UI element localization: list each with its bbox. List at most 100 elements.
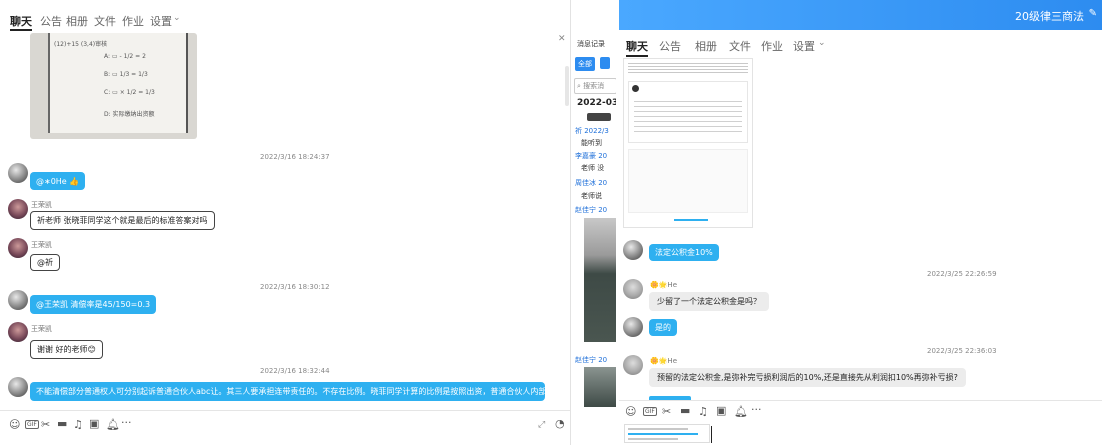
message-bubble: 是的 bbox=[649, 319, 677, 336]
avatar[interactable] bbox=[8, 199, 28, 219]
avatar[interactable] bbox=[623, 355, 643, 375]
avatar[interactable] bbox=[8, 163, 28, 183]
screenshot-text-block bbox=[628, 61, 748, 75]
message-bubble: 少留了一个法定公积金是吗？ bbox=[649, 292, 769, 311]
group-title: 20级律三商法 bbox=[1015, 10, 1084, 23]
expand-icon[interactable]: ⤢ bbox=[538, 420, 545, 430]
tab-settings[interactable]: 设置 bbox=[150, 13, 172, 29]
tab-files[interactable]: 文件 bbox=[94, 13, 116, 29]
folder-icon[interactable]: ▬ bbox=[680, 404, 690, 417]
emoji-icon[interactable]: ☺ bbox=[9, 418, 20, 431]
image-icon[interactable]: ▣ bbox=[716, 404, 726, 417]
chevron-down-icon[interactable]: ⌄ bbox=[818, 38, 826, 48]
tab-chat[interactable]: 聊天 bbox=[626, 38, 648, 54]
history-title: 消息记录 bbox=[577, 40, 605, 48]
tab-homework[interactable]: 作业 bbox=[122, 13, 144, 29]
history-text: 老师 没 bbox=[581, 164, 605, 172]
tab-settings[interactable]: 设置 bbox=[793, 38, 815, 54]
avatar[interactable] bbox=[8, 377, 28, 397]
text-cursor bbox=[711, 426, 712, 443]
pasted-image-line bbox=[628, 428, 688, 430]
emoji-icon[interactable]: ☺ bbox=[625, 405, 636, 418]
tab-album[interactable]: 相册 bbox=[695, 38, 717, 54]
active-tab-underline bbox=[626, 55, 648, 57]
shared-photo[interactable]: (12)+15 (3,4)审核 A: ▭ - 1/2 = 2 B: ▭ 1/3 … bbox=[30, 33, 197, 139]
avatar[interactable] bbox=[623, 279, 643, 299]
pasted-image-line bbox=[628, 433, 698, 435]
scissors-icon[interactable]: ✂ bbox=[662, 405, 671, 418]
history-text: 老师说 bbox=[581, 192, 602, 200]
tab-homework[interactable]: 作业 bbox=[761, 38, 783, 54]
history-image[interactable] bbox=[584, 367, 616, 407]
active-tab-underline bbox=[10, 29, 32, 31]
tab-chat[interactable]: 聊天 bbox=[10, 13, 32, 29]
avatar[interactable] bbox=[623, 317, 643, 337]
tab-announcement[interactable]: 公告 bbox=[659, 38, 681, 54]
close-icon[interactable]: ✕ bbox=[558, 34, 566, 44]
photo-paper bbox=[48, 33, 188, 133]
sender-name: 王荣凯 bbox=[31, 201, 52, 209]
history-panel: 消息记录 全部 ⌕ 搜索消 2022-03 祈 2022/3 能听到 李嘉豪 2… bbox=[570, 0, 616, 445]
bell-icon[interactable]: 🔔︎ bbox=[106, 418, 120, 431]
folder-icon[interactable]: ▬ bbox=[57, 417, 67, 430]
message-bubble: @王荣凯 清偿率是45/150=0.3 bbox=[30, 295, 157, 314]
filter-date-button[interactable] bbox=[600, 57, 610, 69]
history-thumb[interactable] bbox=[587, 113, 611, 121]
tab-announcement[interactable]: 公告 bbox=[40, 13, 62, 29]
message-bubble: @∗0He 👍 bbox=[30, 172, 86, 190]
avatar[interactable] bbox=[8, 290, 28, 310]
screenshot-lines bbox=[634, 97, 742, 133]
sender-name: 王荣凯 bbox=[31, 325, 52, 333]
avatar[interactable] bbox=[8, 322, 28, 342]
message-timestamp: 2022/3/16 18:24:37 bbox=[260, 153, 330, 161]
message-timestamp: 2022/3/25 22:26:59 bbox=[927, 270, 997, 278]
scrollbar[interactable] bbox=[565, 66, 569, 106]
message-bubble: 不能清偿部分普通权人可分别起诉普通合伙人abc让。其三人要承担连带责任的。不存在… bbox=[30, 382, 545, 401]
history-date: 2022-03 bbox=[577, 98, 616, 108]
sender-name: 🌼🌟He bbox=[650, 357, 678, 365]
history-toggle-icon[interactable]: ◔ bbox=[555, 417, 565, 430]
pasted-image-line bbox=[628, 438, 678, 440]
message-bubble: @祈 bbox=[30, 254, 60, 271]
input-divider bbox=[0, 410, 570, 411]
screenshot-blank bbox=[628, 149, 748, 213]
left-chat-window: 聊天 公告 相册 文件 作业 设置 ⌄ (12)+15 (3,4)审核 A: ▭… bbox=[0, 0, 570, 445]
shared-screenshot[interactable] bbox=[623, 58, 753, 228]
sender-name: 王荣凯 bbox=[31, 241, 52, 249]
history-sender[interactable]: 祈 2022/3 bbox=[575, 126, 609, 136]
gif-icon[interactable]: GIF bbox=[25, 420, 39, 429]
avatar[interactable] bbox=[623, 240, 643, 260]
history-search-input[interactable]: ⌕ 搜索消 bbox=[574, 78, 616, 94]
more-icon[interactable]: ··· bbox=[751, 403, 762, 416]
search-placeholder: 搜索消 bbox=[583, 82, 605, 90]
music-icon[interactable]: ♫ bbox=[73, 418, 83, 431]
history-sender[interactable]: 李嘉豪 20 bbox=[575, 151, 607, 161]
more-icon[interactable]: ··· bbox=[121, 416, 132, 429]
pasted-image[interactable] bbox=[624, 424, 710, 443]
gif-icon[interactable]: GIF bbox=[643, 407, 657, 416]
history-sender[interactable]: 赵佳宁 20 bbox=[575, 355, 607, 365]
history-image[interactable] bbox=[584, 218, 616, 342]
bell-icon[interactable]: 🔔︎ bbox=[734, 405, 748, 418]
history-sender[interactable]: 赵佳宁 20 bbox=[575, 205, 607, 215]
avatar[interactable] bbox=[8, 238, 28, 258]
group-header: 20级律三商法 ✎ bbox=[619, 0, 1102, 30]
photo-line: B: ▭ 1/3 = 1/3 bbox=[104, 71, 148, 78]
screenshot-link bbox=[674, 219, 708, 221]
history-sender[interactable]: 周佳冰 20 bbox=[575, 178, 607, 188]
tab-files[interactable]: 文件 bbox=[729, 38, 751, 54]
photo-line: (12)+15 (3,4)审核 bbox=[54, 41, 108, 48]
message-bubble: 预留的法定公积金,是弥补完亏损利润后的10%,还是直接先从利润扣10%再弥补亏损… bbox=[649, 368, 966, 387]
tab-album[interactable]: 相册 bbox=[66, 13, 88, 29]
screen: 聊天 公告 相册 文件 作业 设置 ⌄ (12)+15 (3,4)审核 A: ▭… bbox=[0, 0, 1102, 445]
message-timestamp: 2022/3/16 18:32:44 bbox=[260, 367, 330, 375]
chevron-down-icon[interactable]: ⌄ bbox=[173, 13, 181, 23]
filter-all-button[interactable]: 全部 bbox=[575, 57, 595, 71]
scissors-icon[interactable]: ✂ bbox=[41, 418, 50, 431]
message-bubble: 法定公积金10% bbox=[649, 244, 719, 261]
message-timestamp: 2022/3/16 18:30:12 bbox=[260, 283, 330, 291]
image-icon[interactable]: ▣ bbox=[89, 417, 99, 430]
edit-icon[interactable]: ✎ bbox=[1089, 8, 1097, 19]
music-icon[interactable]: ♫ bbox=[698, 405, 708, 418]
photo-line: A: ▭ - 1/2 = 2 bbox=[104, 53, 146, 60]
